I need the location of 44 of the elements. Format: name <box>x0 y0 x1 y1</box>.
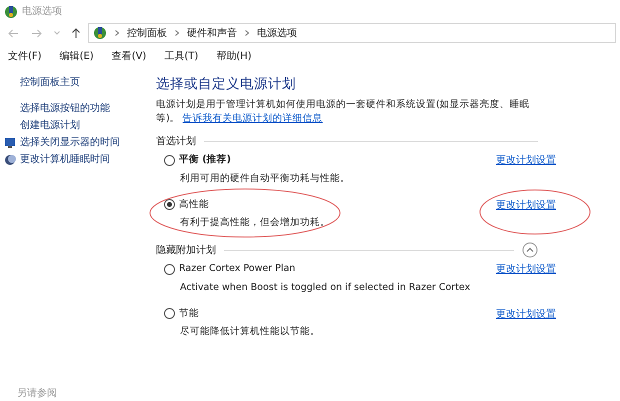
radio-option[interactable]: 平衡 (推荐) <box>164 153 350 168</box>
monitor-icon <box>4 136 16 148</box>
collapse-button[interactable] <box>522 242 538 258</box>
forward-button[interactable] <box>31 28 42 38</box>
sidebar-link[interactable]: 选择关闭显示器的时间 <box>20 134 120 151</box>
settings-link[interactable]: 更改计划设置 <box>496 198 556 230</box>
group-heading: 首选计划 <box>156 134 196 150</box>
breadcrumb-item[interactable]: 控制面板 <box>127 26 167 40</box>
address-bar[interactable]: 控制面板 硬件和声音 电源选项 <box>88 23 616 43</box>
sidebar-link[interactable]: 控制面板主页 <box>20 74 80 91</box>
back-button[interactable] <box>8 28 19 38</box>
menu-item[interactable]: 编辑(E) <box>60 47 100 66</box>
up-button[interactable] <box>72 28 80 38</box>
breadcrumb-item[interactable]: 硬件和声音 <box>187 26 237 40</box>
group-heading: 隐藏附加计划 <box>156 244 216 258</box>
settings-link[interactable]: 更改计划设置 <box>496 262 556 295</box>
radio-option[interactable]: 高性能 <box>164 198 330 212</box>
sidebar-link[interactable]: 创建电源计划 <box>20 117 80 134</box>
menu-item[interactable]: 查看(V) <box>112 47 152 66</box>
app-icon <box>4 4 18 18</box>
plan-description: 利用可用的硬件自动平衡功耗与性能。 <box>179 172 350 186</box>
settings-link[interactable]: 更改计划设置 <box>496 153 556 186</box>
chevron-icon <box>245 30 249 36</box>
moon-icon <box>4 154 16 166</box>
menu-item[interactable]: 工具(T) <box>164 47 204 66</box>
radio-option[interactable]: 节能 <box>164 306 320 321</box>
page-heading: 选择或自定义电源计划 <box>156 75 297 94</box>
radio-option[interactable]: Razer Cortex Power Plan <box>164 262 470 276</box>
plan-description: 有利于提高性能，但会增加功耗。 <box>179 216 330 230</box>
intro-paragraph: 电源计划是用于管理计算机如何使用电源的一套硬件和系统设置(如显示器亮度、睡眠等)。 告诉我有关电源计划的详细信息 <box>156 98 531 126</box>
breadcrumb-item[interactable]: 电源选项 <box>257 26 297 40</box>
plan-description: Activate when Boost is toggled on if selected in Razer Cortex <box>179 280 470 294</box>
chevron-icon <box>175 30 179 36</box>
see-also-heading: 另请参阅 <box>17 388 57 399</box>
window-title: 电源选项 <box>22 4 62 19</box>
info-link[interactable]: 告诉我有关电源计划的详细信息 <box>182 113 323 124</box>
chevron-icon <box>115 30 119 36</box>
sidebar-link[interactable]: 更改计算机睡眠时间 <box>20 151 110 168</box>
settings-link[interactable]: 更改计划设置 <box>496 306 556 340</box>
plan-description: 尽可能降低计算机性能以节能。 <box>179 325 320 339</box>
sidebar-link[interactable]: 选择电源按钮的功能 <box>20 100 110 117</box>
dropdown-button[interactable] <box>54 31 60 35</box>
menu-item[interactable]: 文件(F) <box>8 47 48 66</box>
menu-item[interactable]: 帮助(H) <box>216 47 258 66</box>
